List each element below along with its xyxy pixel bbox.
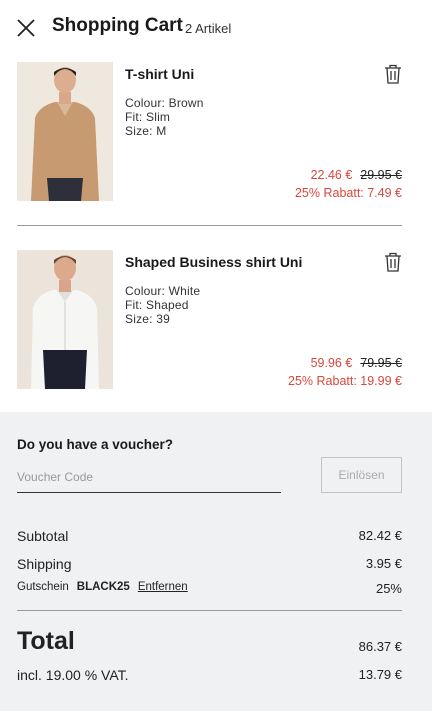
product-colour: Colour: White — [125, 284, 201, 298]
voucher-code-input[interactable] — [17, 462, 281, 493]
voucher-row: Gutschein BLACK25 Entfernen 25% — [17, 581, 402, 597]
product-attributes: Colour: White Fit: Shaped Size: 39 — [125, 284, 200, 326]
price-line: 22.46 € 29.95 € — [311, 168, 402, 182]
original-price: 79.95 € — [360, 356, 402, 370]
summary-divider — [17, 610, 402, 611]
total-value: 86.37 € — [358, 639, 402, 654]
trash-icon[interactable] — [384, 252, 402, 272]
voucher-question: Do you have a voucher? — [17, 437, 174, 452]
cart-header: Shopping Cart 2 Artikel — [0, 0, 432, 56]
discount-info: 25% Rabatt: 19.99 € — [288, 374, 402, 388]
product-fit: Fit: Shaped — [125, 298, 189, 312]
cart-item: Shaped Business shirt Uni Colour: White … — [17, 250, 402, 390]
shipping-row: Shipping 3.95 € — [17, 556, 402, 574]
current-price: 59.96 € — [310, 356, 353, 370]
voucher-label: Gutschein — [17, 581, 69, 593]
product-fit: Fit: Slim — [125, 110, 171, 124]
item-divider — [17, 225, 402, 226]
remove-voucher-link[interactable]: Entfernen — [138, 581, 188, 593]
product-colour: Colour: Brown — [125, 96, 204, 110]
close-icon[interactable] — [16, 18, 36, 38]
trash-icon[interactable] — [384, 64, 402, 84]
product-name[interactable]: Shaped Business shirt Uni — [125, 254, 302, 270]
voucher-label-group: Gutschein BLACK25 Entfernen — [17, 581, 188, 593]
product-name[interactable]: T-shirt Uni — [125, 66, 194, 82]
vat-row: incl. 19.00 % VAT. 13.79 € — [17, 667, 402, 685]
price-line: 59.96 € 79.95 € — [311, 356, 402, 370]
vat-label: incl. 19.00 % VAT. — [17, 667, 129, 683]
total-row: Total 86.37 € — [17, 627, 402, 657]
subtotal-value: 82.42 € — [358, 528, 402, 543]
discount-info: 25% Rabatt: 7.49 € — [294, 186, 402, 200]
page-title: Shopping Cart — [52, 15, 183, 36]
redeem-button[interactable]: Einlösen — [321, 457, 402, 493]
original-price: 29.95 € — [360, 168, 402, 182]
voucher-code: BLACK25 — [76, 581, 130, 593]
current-price: 22.46 € — [310, 168, 353, 182]
product-size: Size: M — [125, 124, 167, 138]
subtotal-label: Subtotal — [17, 528, 69, 544]
product-size: Size: 39 — [125, 312, 170, 326]
checkout-panel: Do you have a voucher? Einlösen Subtotal… — [0, 412, 432, 711]
total-label: Total — [17, 627, 75, 655]
product-attributes: Colour: Brown Fit: Slim Size: M — [125, 96, 204, 138]
product-image[interactable] — [17, 62, 113, 201]
cart-item: T-shirt Uni Colour: Brown Fit: Slim Size… — [17, 62, 402, 202]
vat-value: 13.79 € — [358, 667, 402, 682]
shipping-label: Shipping — [17, 556, 72, 572]
product-image[interactable] — [17, 250, 113, 389]
item-count: 2 Artikel — [185, 21, 232, 36]
shipping-value: 3.95 € — [365, 556, 402, 571]
subtotal-row: Subtotal 82.42 € — [17, 528, 402, 546]
voucher-value: 25% — [375, 581, 402, 596]
